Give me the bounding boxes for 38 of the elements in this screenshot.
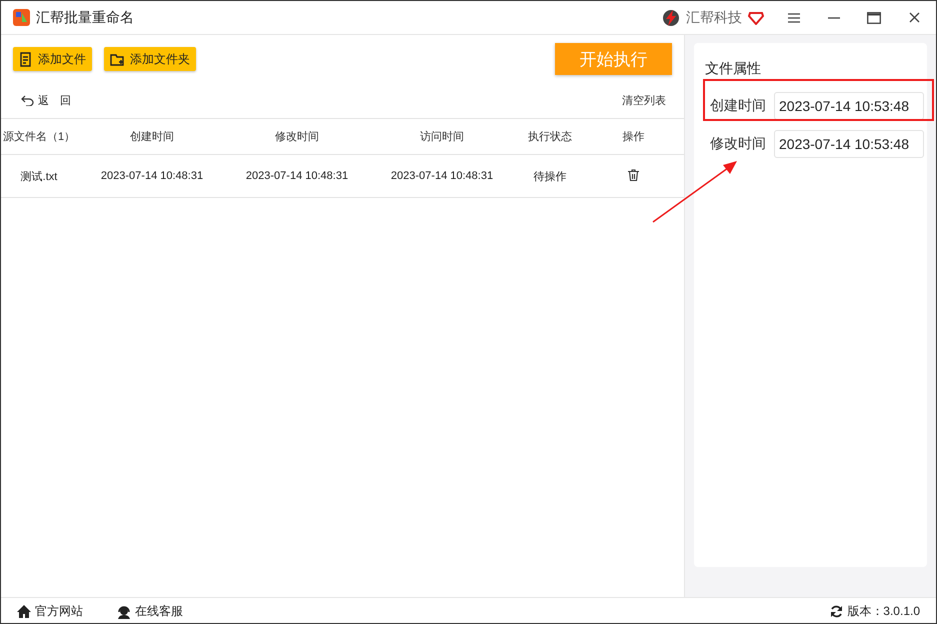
add-button[interactable]: 添加文件夹 (104, 47, 196, 71)
column-header: 源文件名（1） (2, 131, 76, 143)
table-cell: 测试.txt (20, 170, 58, 182)
brand-logo (662, 8, 680, 26)
back-button[interactable]: 返 回 (21, 93, 71, 108)
column-header: 访问时间 (420, 131, 464, 143)
footer-link[interactable]: 在线客服 (117, 603, 183, 620)
headset-icon (117, 604, 131, 618)
input-field[interactable]: 2023-07-14 10:53:48 (774, 92, 924, 120)
brand-name: 汇帮科技 (686, 8, 742, 26)
folder-add-icon (110, 52, 125, 66)
app-logo (13, 9, 30, 26)
close-icon (908, 12, 920, 23)
window-title: 汇帮批量重命名 (36, 8, 134, 26)
column-header: 操作 (622, 131, 644, 143)
table-cell: 2023-07-14 10:48:31 (246, 170, 348, 182)
clear-list-link[interactable]: 清空列表 (622, 93, 666, 108)
table-cell: 2023-07-14 10:48:31 (100, 170, 204, 182)
refresh-icon (830, 605, 844, 618)
home-icon (17, 605, 31, 618)
input-field[interactable]: 2023-07-14 10:53:48 (774, 130, 924, 158)
column-header: 创建时间 (130, 131, 174, 143)
maximize-icon (867, 12, 881, 24)
footer-link[interactable]: 官方网站 (17, 603, 83, 620)
trash-icon[interactable] (628, 168, 639, 180)
table-cell: 2023-07-14 10:48:31 (390, 170, 494, 182)
minimize-icon (828, 16, 840, 18)
table-cell: 待操作 (534, 170, 566, 182)
field-label: 修改时间 (709, 135, 766, 153)
version-text: 版本：3.0.1.0 (847, 603, 920, 620)
menu-icon (788, 12, 800, 22)
document-icon (19, 52, 33, 66)
field-label: 创建时间 (709, 97, 766, 115)
section-title: 文件属性 (705, 60, 762, 78)
undo-arrow-icon (21, 95, 34, 106)
add-button[interactable]: 添加文件 (13, 47, 92, 71)
column-header: 执行状态 (528, 131, 572, 143)
column-header: 修改时间 (275, 131, 319, 143)
